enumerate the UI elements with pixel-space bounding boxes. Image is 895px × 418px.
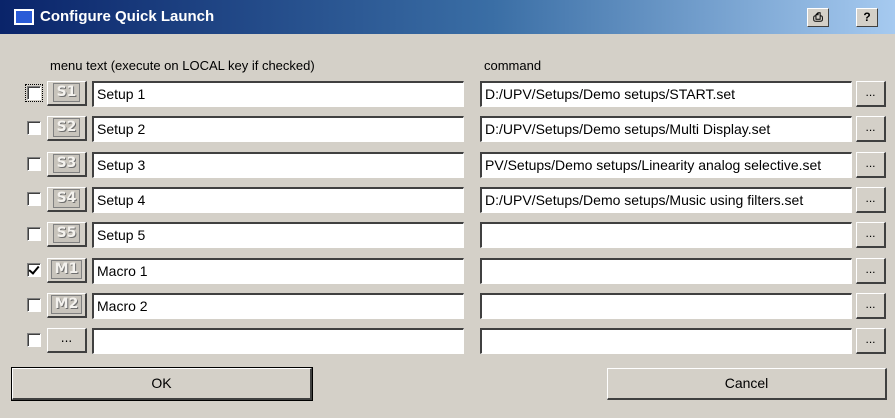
local-key-checkbox[interactable] [27, 121, 41, 135]
window-title: Configure Quick Launch [40, 8, 215, 25]
ok-button[interactable]: OK [11, 367, 313, 401]
browse-button[interactable]: ... [856, 187, 886, 213]
browse-button[interactable]: ... [856, 328, 886, 354]
quick-launch-row: S4 Setup 4 D:/UPV/Setups/Demo setups/Music… [0, 184, 895, 214]
menu-text-input[interactable]: Setup 2 [92, 116, 464, 142]
key-label: S4 [52, 189, 81, 208]
command-input[interactable] [480, 328, 852, 354]
window-icon [14, 9, 34, 25]
menu-text-input[interactable]: Setup 1 [92, 81, 464, 107]
key-label: S5 [52, 224, 81, 243]
quick-launch-row: M2 Macro 2... [0, 290, 895, 320]
help-button[interactable]: ? [856, 8, 878, 27]
browse-button[interactable]: ... [856, 116, 886, 142]
local-key-checkbox[interactable] [27, 263, 41, 277]
local-key-checkbox[interactable] [25, 84, 43, 102]
browse-button[interactable]: ... [856, 293, 886, 319]
local-key-checkbox[interactable] [27, 157, 41, 171]
command-header: command [484, 58, 542, 73]
key-label: S2 [52, 118, 81, 137]
key-assign-button[interactable]: S2 [47, 116, 87, 141]
configure-quick-launch-dialog: Configure Quick Launch ⎙ ? menu text (ex… [0, 0, 895, 418]
browse-button[interactable]: ... [856, 152, 886, 178]
command-input[interactable] [480, 258, 852, 284]
key-assign-button[interactable]: S3 [47, 152, 87, 177]
quick-launch-row: ...... [0, 325, 895, 355]
key-assign-button[interactable]: S4 [47, 187, 87, 212]
menu-text-header: menu text (execute on LOCAL key if check… [50, 58, 315, 73]
key-label: M2 [50, 295, 83, 314]
menu-text-input[interactable]: Setup 5 [92, 222, 464, 248]
menu-text-input[interactable]: Setup 3 [92, 152, 464, 178]
command-input[interactable] [480, 222, 852, 248]
browse-button[interactable]: ... [856, 222, 886, 248]
key-assign-button[interactable]: M1 [47, 258, 87, 283]
command-input[interactable]: PV/Setups/Demo setups/Linearity analog s… [480, 152, 852, 178]
title-bar[interactable]: Configure Quick Launch ⎙ ? [0, 0, 895, 34]
local-key-checkbox[interactable] [27, 333, 41, 347]
menu-text-input[interactable]: Setup 4 [92, 187, 464, 213]
quick-launch-row: S2 Setup 2 D:/UPV/Setups/Demo setups/Multi… [0, 113, 895, 143]
command-input[interactable]: D:/UPV/Setups/Demo setups/Music using fi… [480, 187, 852, 213]
browse-button[interactable]: ... [856, 258, 886, 284]
menu-text-input[interactable] [92, 328, 464, 354]
local-key-checkbox[interactable] [27, 192, 41, 206]
menu-text-input[interactable]: Macro 1 [92, 258, 464, 284]
local-key-checkbox[interactable] [27, 227, 41, 241]
cancel-button[interactable]: Cancel [607, 368, 887, 400]
command-input[interactable]: D:/UPV/Setups/Demo setups/Multi Display.… [480, 116, 852, 142]
local-key-checkbox[interactable] [27, 298, 41, 312]
print-icon[interactable]: ⎙ [807, 8, 829, 27]
quick-launch-row: M1 Macro 1... [0, 255, 895, 285]
command-input[interactable]: D:/UPV/Setups/Demo setups/START.set [480, 81, 852, 107]
key-label: S1 [52, 83, 81, 102]
command-input[interactable] [480, 293, 852, 319]
quick-launch-row: S1 Setup 1 D:/UPV/Setups/Demo setups/START… [0, 78, 895, 108]
key-assign-button[interactable]: S5 [47, 222, 87, 247]
browse-button[interactable]: ... [856, 81, 886, 107]
key-label: S3 [52, 154, 81, 173]
quick-launch-row: S3 Setup 3 PV/Setups/Demo setups/Linearity… [0, 149, 895, 179]
quick-launch-row: S5 Setup 5... [0, 219, 895, 249]
key-assign-button[interactable]: S1 [47, 81, 87, 106]
key-label: M1 [50, 260, 83, 279]
key-assign-button[interactable]: M2 [47, 293, 87, 318]
key-assign-button[interactable]: ... [47, 328, 87, 353]
menu-text-input[interactable]: Macro 2 [92, 293, 464, 319]
